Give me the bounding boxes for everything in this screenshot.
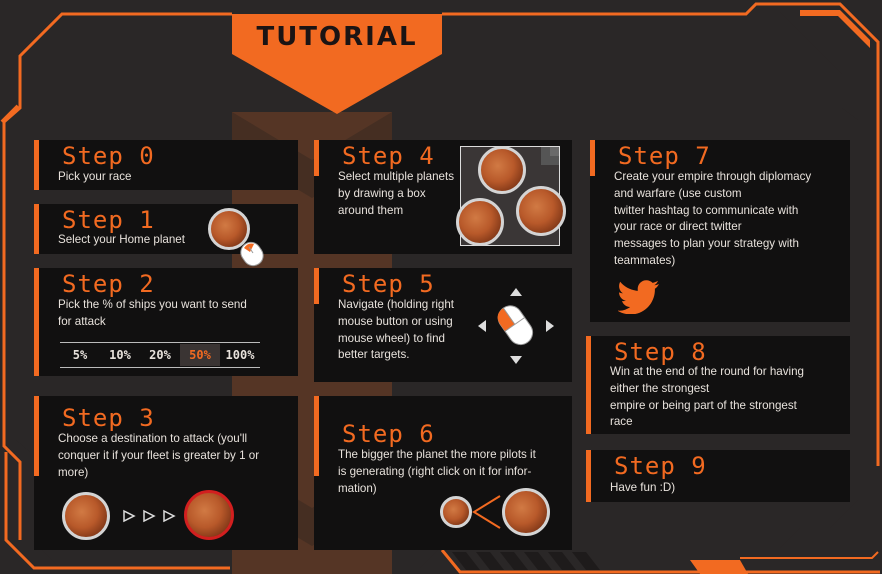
step-text: Pick the % of ships you want to send for… xyxy=(58,298,247,328)
step-4-card: Step 4 Select multiple planets by drawin… xyxy=(314,140,572,254)
target-planet-icon xyxy=(184,490,234,540)
step-text: Select your Home planet xyxy=(58,233,185,246)
small-planet-icon xyxy=(440,496,472,528)
page-title: TUTORIAL xyxy=(256,22,418,52)
step-text: Choose a destination to attack (you'll c… xyxy=(58,432,260,479)
source-planet-icon xyxy=(62,492,110,540)
step-6-card: Step 6 The bigger the planet the more pi… xyxy=(314,396,572,550)
step-title: Step 4 xyxy=(342,142,435,170)
planet-icon xyxy=(456,198,504,246)
step-title: Step 0 xyxy=(62,142,155,170)
step-9-card: Step 9 Have fun :D) xyxy=(586,450,850,502)
mouse-icon xyxy=(240,241,264,267)
step-title: Step 5 xyxy=(342,270,435,298)
pct-option-50[interactable]: 50% xyxy=(180,344,220,366)
step-1-card: Step 1 Select your Home planet xyxy=(34,204,298,267)
step-8-card: Step 8 Win at the end of the round for h… xyxy=(586,336,850,434)
less-than-icon xyxy=(472,495,501,529)
step-title: Step 6 xyxy=(342,420,435,448)
planet-icon xyxy=(478,146,526,194)
step-title: Step 7 xyxy=(618,142,711,170)
step-title: Step 9 xyxy=(614,452,707,480)
twitter-bird-icon xyxy=(618,280,659,314)
step-text: The bigger the planet the more pilots it… xyxy=(338,448,536,495)
big-planet-icon xyxy=(502,488,550,536)
pct-option-5[interactable]: 5% xyxy=(60,344,100,366)
pct-option-100[interactable]: 100% xyxy=(220,344,260,366)
planet-icon xyxy=(516,186,566,236)
step-text: Have fun :D) xyxy=(610,481,676,494)
navigation-arrows-icon xyxy=(478,288,554,364)
step-2-card: Step 2 Pick the % of ships you want to s… xyxy=(34,268,298,376)
percentage-selector: 5% 10% 20% 50% 100% xyxy=(60,342,260,368)
step-3-card: Step 3 Choose a destination to attack (y… xyxy=(34,396,298,550)
step-7-card: Step 7 Create your empire through diplom… xyxy=(590,140,850,322)
step-text: Navigate (holding right mouse button or … xyxy=(338,298,455,362)
mouse-icon xyxy=(497,305,534,346)
step-text: Pick your race xyxy=(58,170,132,183)
pct-option-20[interactable]: 20% xyxy=(140,344,180,366)
step-0-card: Step 0 Pick your race xyxy=(34,140,298,190)
step-title: Step 3 xyxy=(62,404,155,432)
step-text: Select multiple planets by drawing a box… xyxy=(338,170,454,217)
step-5-card: Step 5 Navigate (holding right mouse but… xyxy=(314,268,572,382)
step-title: Step 1 xyxy=(62,206,155,234)
step-title: Step 2 xyxy=(62,270,155,298)
step-title: Step 8 xyxy=(614,338,707,366)
step-text: Win at the end of the round for having e… xyxy=(610,365,804,429)
step-text: Create your empire through diplomacy and… xyxy=(614,170,812,267)
pct-option-10[interactable]: 10% xyxy=(100,344,140,366)
attack-arrows-icon xyxy=(123,509,176,523)
